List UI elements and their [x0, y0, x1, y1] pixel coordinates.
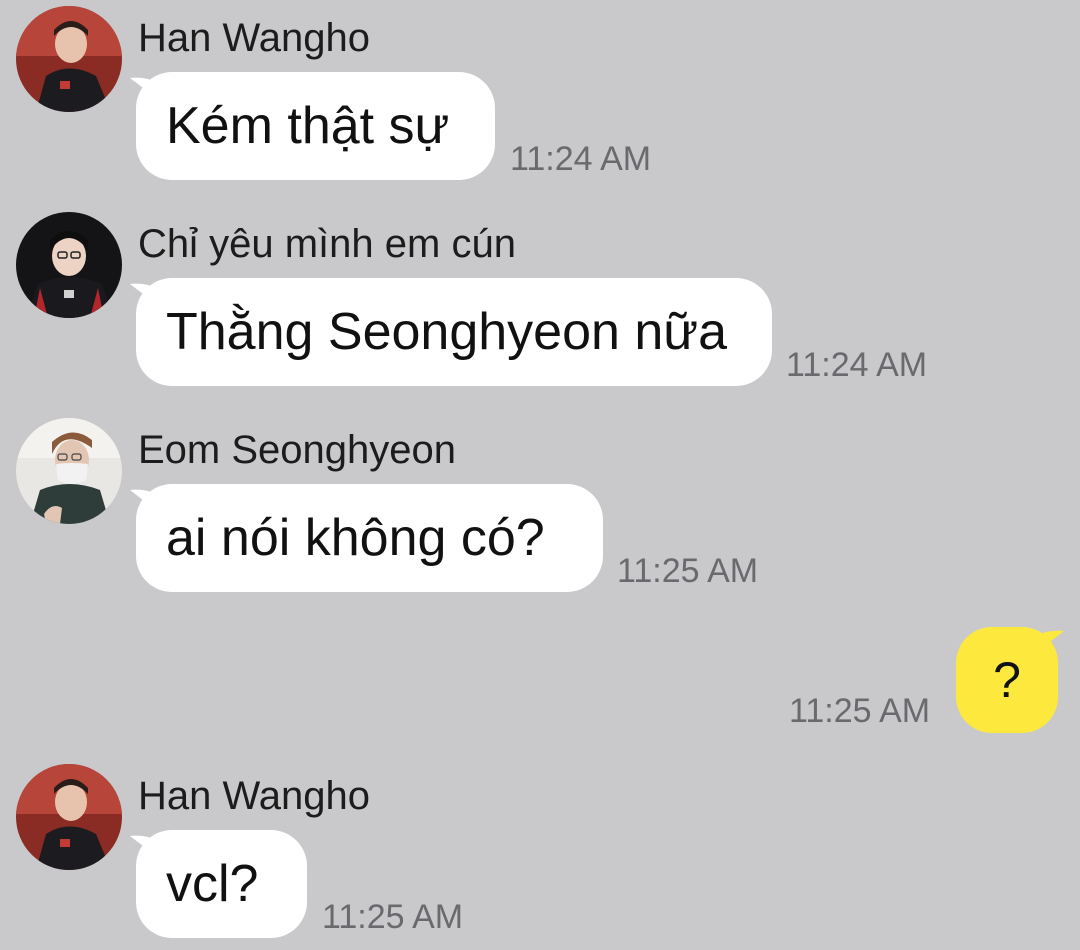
- avatar[interactable]: [16, 212, 122, 318]
- outgoing-message-bubble[interactable]: ?: [956, 627, 1064, 733]
- message-bubble[interactable]: ai nói không có?: [130, 484, 603, 592]
- sender-name: Chỉ yêu mình em cún: [138, 222, 516, 266]
- message-text: Thằng Seonghyeon nữa: [166, 303, 728, 361]
- bubble-tail-icon: [130, 835, 164, 860]
- message-timestamp: 11:24 AM: [510, 140, 652, 178]
- message-bubble[interactable]: vcl?: [130, 830, 307, 938]
- sender-name: Han Wangho: [138, 774, 370, 818]
- avatar-photo-icon: [16, 212, 122, 318]
- message-text: ?: [993, 652, 1021, 708]
- message-bubble[interactable]: Kém thật sự: [130, 72, 495, 180]
- message-text: ai nói không có?: [166, 509, 545, 567]
- bubble-tail-icon: [130, 77, 164, 102]
- message-timestamp: 11:25 AM: [322, 898, 464, 936]
- bubble-tail-icon: [1030, 630, 1064, 655]
- sender-name: Han Wangho: [138, 16, 370, 60]
- avatar[interactable]: [16, 6, 122, 112]
- bubble-tail-icon: [130, 489, 164, 514]
- avatar-photo-icon: [16, 6, 122, 112]
- avatar-photo-icon: [16, 764, 122, 870]
- message-timestamp: 11:25 AM: [789, 692, 931, 730]
- message-text: vcl?: [166, 855, 259, 913]
- sender-name: Eom Seonghyeon: [138, 428, 457, 472]
- message-timestamp: 11:25 AM: [617, 552, 759, 590]
- avatar[interactable]: [16, 418, 122, 524]
- bubble-tail-icon: [130, 283, 164, 308]
- message-bubble[interactable]: Thằng Seonghyeon nữa: [130, 278, 772, 386]
- message-text: Kém thật sự: [166, 97, 450, 155]
- message-timestamp: 11:24 AM: [786, 346, 928, 384]
- avatar[interactable]: [16, 764, 122, 870]
- avatar-photo-icon: [16, 418, 122, 524]
